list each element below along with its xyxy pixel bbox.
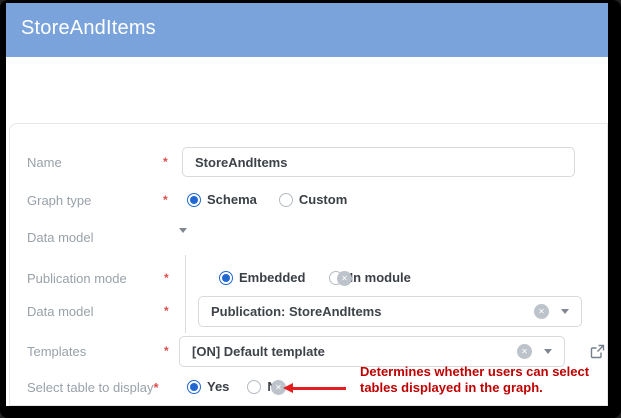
page-title: StoreAndItems xyxy=(21,17,156,40)
radio-custom-circle xyxy=(279,193,293,207)
name-label: Name xyxy=(27,155,62,170)
radio-yes[interactable]: Yes xyxy=(187,379,229,394)
templates-clear-icon[interactable]: ✕ xyxy=(517,344,532,359)
radio-no-circle xyxy=(247,380,261,394)
templates-required-asterisk: * xyxy=(164,344,169,358)
annotation-line-2: tables displayed in the graph. xyxy=(360,380,589,396)
radio-schema-circle xyxy=(187,193,201,207)
graph-type-required-asterisk: * xyxy=(163,193,168,207)
annotation-arrow-head xyxy=(283,383,293,393)
radio-embedded-circle xyxy=(219,271,233,285)
name-required-asterisk: * xyxy=(163,155,168,169)
data-model-required-asterisk: * xyxy=(164,304,169,318)
radio-yes-circle xyxy=(187,380,201,394)
data-model-select-value: Publication: StoreAndItems xyxy=(211,304,381,319)
radio-embedded-label: Embedded xyxy=(239,270,305,285)
annotation-arrow-line xyxy=(293,387,346,390)
collapse-chevron-icon[interactable] xyxy=(179,233,187,251)
templates-select[interactable]: [ON] Default template ✕ xyxy=(179,336,565,367)
radio-in-module-label: In module xyxy=(349,270,410,285)
publication-mode-clear-icon[interactable]: ✕ xyxy=(337,271,352,286)
graph-type-radiogroup: Schema Custom xyxy=(187,192,347,207)
radio-custom[interactable]: Custom xyxy=(279,192,347,207)
data-model-clear-icon[interactable]: ✕ xyxy=(534,304,549,319)
publication-mode-label: Publication mode xyxy=(27,271,127,286)
name-input[interactable] xyxy=(182,147,575,177)
graph-type-label: Graph type xyxy=(27,193,91,208)
radio-schema-label: Schema xyxy=(207,192,257,207)
publication-mode-required-asterisk: * xyxy=(164,271,169,285)
select-table-label: Select table to display* xyxy=(27,380,159,395)
group-indent-line xyxy=(185,255,186,333)
radio-yes-label: Yes xyxy=(207,379,229,394)
publication-mode-radiogroup: Embedded In module xyxy=(219,270,411,285)
radio-schema[interactable]: Schema xyxy=(187,192,257,207)
widget-header: StoreAndItems xyxy=(6,3,608,57)
radio-custom-label: Custom xyxy=(299,192,347,207)
templates-select-icons: ✕ xyxy=(517,344,552,359)
templates-select-value: [ON] Default template xyxy=(192,344,325,359)
data-model-dropdown-chevron-icon[interactable] xyxy=(561,309,569,314)
annotation-text: Determines whether users can select tabl… xyxy=(360,364,589,396)
annotation-line-1: Determines whether users can select xyxy=(360,364,589,380)
templates-dropdown-chevron-icon[interactable] xyxy=(544,349,552,354)
collapse-chevron-glyph xyxy=(179,228,187,250)
screenshot-frame: StoreAndItems Name * Graph type * Schema… xyxy=(0,0,621,418)
data-model-select-icons: ✕ xyxy=(534,304,569,319)
external-link-icon[interactable] xyxy=(590,344,605,364)
data-model-select[interactable]: Publication: StoreAndItems ✕ xyxy=(198,296,582,327)
radio-embedded[interactable]: Embedded xyxy=(219,270,305,285)
data-model-section-label: Data model xyxy=(27,230,93,245)
templates-label: Templates xyxy=(27,344,86,359)
select-table-required-asterisk: * xyxy=(153,380,158,395)
data-model-label: Data model xyxy=(27,304,93,319)
